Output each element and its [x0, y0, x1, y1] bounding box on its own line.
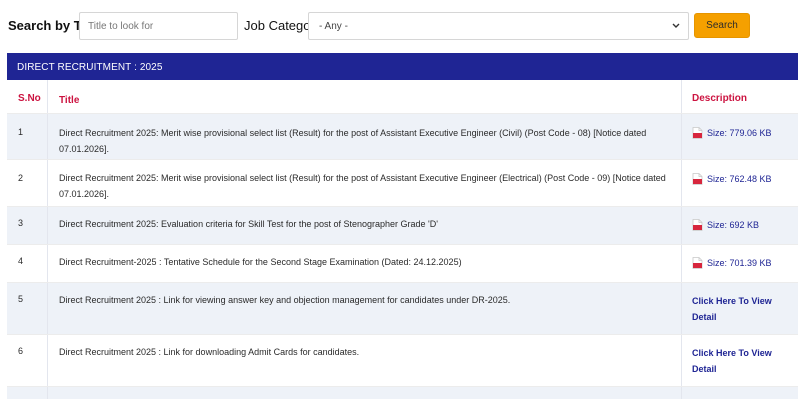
table-row: 3 Direct Recruitment 2025: Evaluation cr… [7, 207, 798, 245]
row-sno: 1 [18, 127, 24, 137]
pdf-size-text: Size: 779.06 KB [707, 128, 772, 138]
row-sno: 2 [18, 173, 24, 183]
job-category-selected-value: - Any - [319, 21, 348, 32]
pdf-size-text: Size: 692 KB [707, 220, 760, 230]
pdf-file-icon [692, 257, 703, 269]
row-title: Direct Recruitment 2025: Evaluation crit… [59, 219, 438, 229]
row-title: Direct Recruitment 2025 : Link for viewi… [59, 295, 511, 305]
pdf-file-icon [692, 173, 703, 185]
row-description: Size: 762.48 KB [692, 172, 792, 190]
table-row: 4 Direct Recruitment-2025 : Tentative Sc… [7, 245, 798, 283]
table-row-partial [7, 387, 798, 399]
pdf-download-link[interactable]: Size: 762.48 KB [692, 173, 772, 185]
pdf-download-link[interactable]: Size: 701.39 KB [692, 257, 772, 269]
view-detail-link[interactable]: Click Here To View Detail [692, 345, 780, 377]
pdf-size-text: Size: 701.39 KB [707, 258, 772, 268]
row-sno: 3 [18, 218, 24, 228]
pdf-download-link[interactable]: Size: 692 KB [692, 219, 759, 231]
row-title: Direct Recruitment 2025: Merit wise prov… [59, 128, 647, 154]
table-row: 2 Direct Recruitment 2025: Merit wise pr… [7, 160, 798, 207]
job-category-select[interactable]: - Any - [308, 12, 689, 40]
pdf-size-text: Size: 762.48 KB [707, 174, 772, 184]
recruitment-table: DIRECT RECRUITMENT : 2025 S.No Title Des… [7, 53, 798, 399]
table-row: 6 Direct Recruitment 2025 : Link for dow… [7, 335, 798, 387]
row-sno: 5 [18, 294, 24, 304]
pdf-file-icon [692, 127, 703, 139]
row-description: Size: 779.06 KB [692, 126, 792, 144]
title-search-input[interactable] [79, 12, 238, 40]
row-title: Direct Recruitment-2025 : Tentative Sche… [59, 257, 462, 267]
pdf-file-icon [692, 219, 703, 231]
search-button[interactable]: Search [694, 13, 750, 38]
row-description: Size: 692 KB [692, 218, 792, 236]
column-header-sno: S.No [18, 93, 41, 104]
column-header-title: Title [59, 95, 80, 106]
table-column-headers: S.No Title Description [7, 80, 798, 114]
row-description: Size: 701.39 KB [692, 256, 792, 274]
row-title: Direct Recruitment 2025: Merit wise prov… [59, 173, 666, 199]
table-row: 1 Direct Recruitment 2025: Merit wise pr… [7, 114, 798, 160]
chevron-down-icon [672, 23, 680, 28]
view-detail-link[interactable]: Click Here To View Detail [692, 293, 780, 325]
row-sno: 4 [18, 256, 24, 266]
search-bar: Search by Title Job Category - Any - Sea… [0, 0, 800, 52]
table-row: 5 Direct Recruitment 2025 : Link for vie… [7, 283, 798, 335]
row-title: Direct Recruitment 2025 : Link for downl… [59, 347, 360, 357]
column-header-description: Description [692, 93, 748, 104]
table-section-header: DIRECT RECRUITMENT : 2025 [7, 53, 798, 80]
pdf-download-link[interactable]: Size: 779.06 KB [692, 127, 772, 139]
row-sno: 6 [18, 346, 24, 356]
